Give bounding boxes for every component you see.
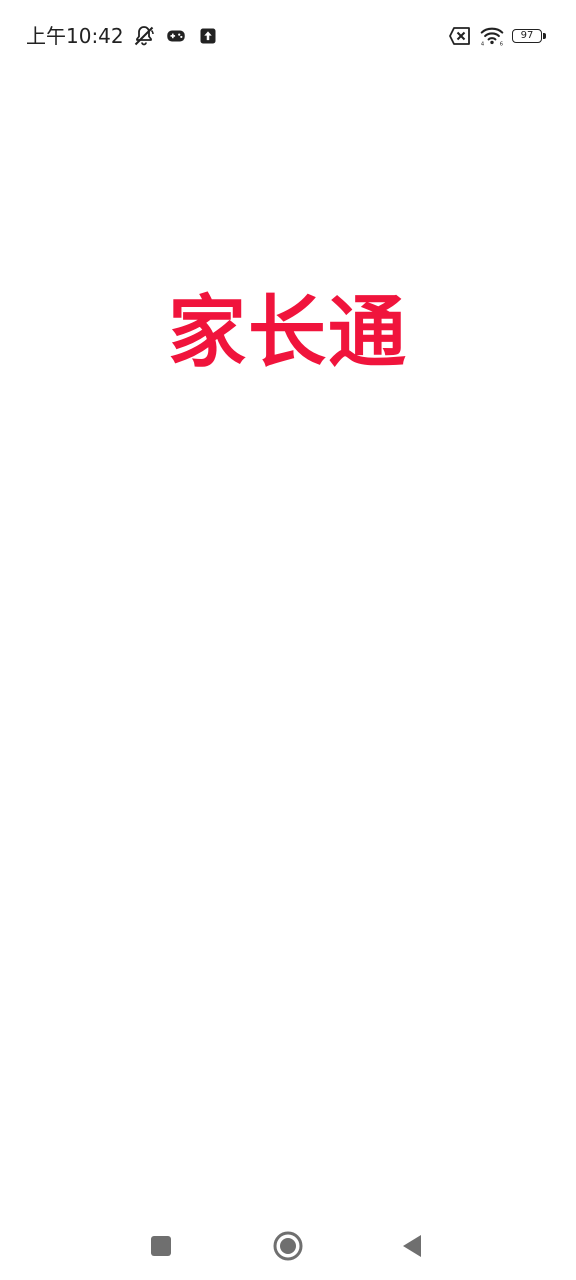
status-right: 4 6 97	[448, 22, 548, 50]
svg-text:4: 4	[481, 41, 484, 47]
status-left: 上午10:42	[26, 22, 220, 50]
wifi-icon: 4 6	[480, 24, 504, 48]
status-time: 上午10:42	[26, 24, 124, 48]
bell-muted-icon	[132, 24, 156, 48]
navigation-bar	[0, 1212, 576, 1280]
triangle-back-icon	[403, 1235, 421, 1257]
square-icon	[151, 1236, 171, 1256]
circle-icon	[273, 1231, 303, 1261]
home-button[interactable]	[268, 1226, 308, 1266]
battery-tip	[543, 33, 546, 39]
battery-icon: 97	[512, 27, 548, 45]
sim-no-service-icon	[448, 24, 472, 48]
battery-body: 97	[512, 29, 542, 43]
svg-text:6: 6	[500, 41, 503, 47]
battery-level: 97	[520, 30, 534, 41]
recents-button[interactable]	[141, 1226, 181, 1266]
upload-icon	[196, 24, 220, 48]
back-button[interactable]	[392, 1226, 432, 1266]
app-logo-text: 家长通	[167, 288, 408, 378]
gamepad-icon	[164, 24, 188, 48]
status-bar: 上午10:42 4 6 97	[0, 0, 576, 72]
